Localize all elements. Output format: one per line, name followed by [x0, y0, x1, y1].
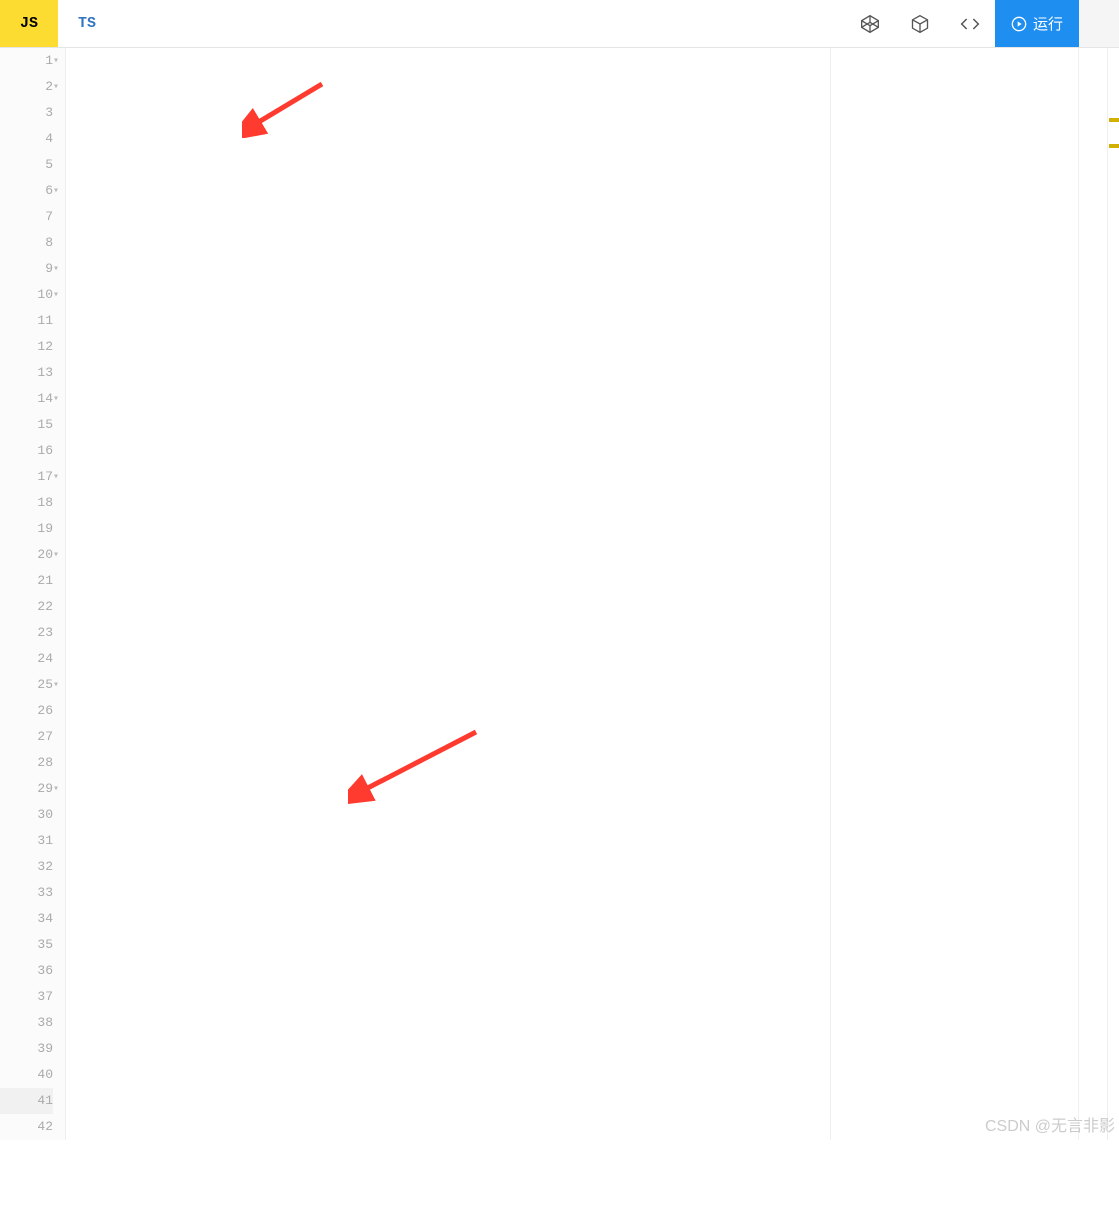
- line-number: 14: [0, 386, 53, 412]
- line-number: 29: [0, 776, 53, 802]
- watermark: CSDN @无言非影: [985, 1112, 1115, 1136]
- play-icon: [1011, 16, 1027, 32]
- line-number: 11: [0, 308, 53, 334]
- line-number: 30: [0, 802, 53, 828]
- fold-marker-icon[interactable]: ▾: [53, 473, 59, 483]
- line-number: 16: [0, 438, 53, 464]
- toolbar: JS TS 运行: [0, 0, 1119, 48]
- line-number: 28: [0, 750, 53, 776]
- line-number: 40: [0, 1062, 53, 1088]
- line-number: 27: [0, 724, 53, 750]
- gutter: 1234567891011121314151617181920212223242…: [0, 48, 66, 1140]
- warning-marker: [1109, 144, 1119, 148]
- line-number: 20: [0, 542, 53, 568]
- fold-marker-icon[interactable]: ▾: [53, 681, 59, 691]
- line-number: 31: [0, 828, 53, 854]
- line-number: 37: [0, 984, 53, 1010]
- line-number: 5: [0, 152, 53, 178]
- line-number: 7: [0, 204, 53, 230]
- line-number: 41: [0, 1088, 53, 1114]
- fold-marker-icon[interactable]: ▾: [53, 265, 59, 275]
- line-number: 12: [0, 334, 53, 360]
- fold-marker-icon[interactable]: ▾: [53, 551, 59, 561]
- editor-separator: [830, 48, 831, 1140]
- code-icon[interactable]: [945, 0, 995, 47]
- cube-icon[interactable]: [895, 0, 945, 47]
- run-label: 运行: [1033, 13, 1063, 34]
- line-number: 39: [0, 1036, 53, 1062]
- fold-marker-icon[interactable]: ▾: [53, 395, 59, 405]
- line-number: 25: [0, 672, 53, 698]
- line-number: 38: [0, 1010, 53, 1036]
- line-number: 3: [0, 100, 53, 126]
- fold-marker-icon[interactable]: ▾: [53, 83, 59, 93]
- line-number: 10: [0, 282, 53, 308]
- line-number: 2: [0, 74, 53, 100]
- line-number: 8: [0, 230, 53, 256]
- tab-js[interactable]: JS: [0, 0, 58, 47]
- line-number: 22: [0, 594, 53, 620]
- line-number: 4: [0, 126, 53, 152]
- line-number: 17: [0, 464, 53, 490]
- codepen-icon[interactable]: [845, 0, 895, 47]
- line-number: 23: [0, 620, 53, 646]
- toolbar-spacer: [116, 0, 845, 47]
- fold-marker-icon[interactable]: ▾: [53, 785, 59, 795]
- line-number: 15: [0, 412, 53, 438]
- overview-ruler[interactable]: [1107, 48, 1119, 1140]
- panel-separator[interactable]: [1078, 48, 1079, 1140]
- fold-marker-icon[interactable]: ▾: [53, 57, 59, 67]
- line-number: 13: [0, 360, 53, 386]
- line-number: 1: [0, 48, 53, 74]
- run-button[interactable]: 运行: [995, 0, 1079, 47]
- line-number: 26: [0, 698, 53, 724]
- line-number: 9: [0, 256, 53, 282]
- line-number: 21: [0, 568, 53, 594]
- fold-marker-icon[interactable]: ▾: [53, 291, 59, 301]
- line-number: 36: [0, 958, 53, 984]
- line-number: 24: [0, 646, 53, 672]
- line-number: 34: [0, 906, 53, 932]
- fold-marker-icon[interactable]: ▾: [53, 187, 59, 197]
- line-number: 32: [0, 854, 53, 880]
- code-editor[interactable]: 1234567891011121314151617181920212223242…: [0, 48, 1119, 1140]
- line-number: 18: [0, 490, 53, 516]
- line-number: 42: [0, 1114, 53, 1140]
- tab-ts[interactable]: TS: [58, 0, 116, 47]
- line-number: 19: [0, 516, 53, 542]
- warning-marker: [1109, 118, 1119, 122]
- right-panel-edge[interactable]: [1079, 0, 1119, 47]
- line-number: 33: [0, 880, 53, 906]
- app-root: JS TS 运行 1234567891011121314151617181920…: [0, 0, 1119, 1140]
- code-area[interactable]: [66, 48, 1119, 1140]
- line-number: 35: [0, 932, 53, 958]
- line-number: 6: [0, 178, 53, 204]
